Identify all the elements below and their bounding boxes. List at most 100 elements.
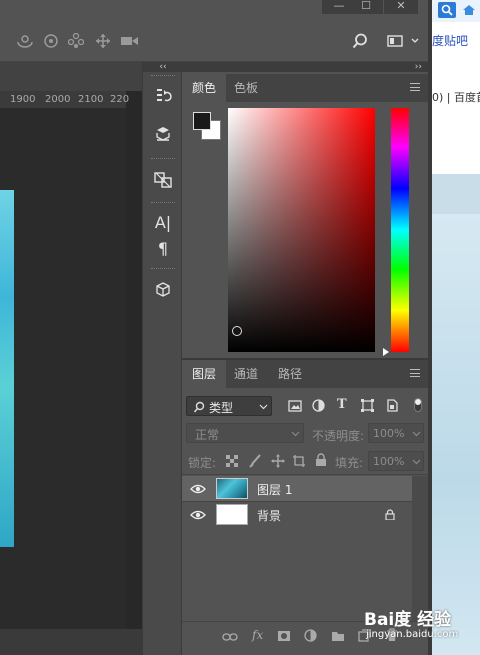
search-icon — [441, 4, 453, 16]
watermark-url: jingyan.baidu.com — [366, 629, 459, 640]
eye-icon[interactable] — [190, 510, 206, 520]
panel-icon-dock: ‹‹ A| ¶ — [142, 62, 183, 655]
new-adjustment-layer-icon[interactable] — [304, 629, 317, 642]
ruler-tick: 220 — [110, 94, 130, 105]
lock-icon — [385, 509, 395, 520]
opacity-label: 不透明度: — [312, 429, 365, 443]
blend-mode-select[interactable]: 正常 — [186, 423, 304, 443]
pan-3d-icon[interactable] — [68, 33, 84, 49]
layer-name[interactable]: 背景 — [257, 507, 281, 524]
canvas-pasteboard[interactable] — [0, 109, 126, 629]
add-mask-icon[interactable] — [277, 630, 291, 642]
filter-toggle-switch[interactable] — [414, 398, 422, 412]
ruler-tick: 1900 — [10, 94, 36, 105]
expand-arrows-icon[interactable]: ›› — [182, 62, 428, 72]
document-image[interactable] — [0, 190, 14, 547]
lock-all-icon[interactable] — [315, 453, 327, 467]
layers-panel-tabs: 图层 通道 路径 — [182, 360, 428, 388]
blend-mode-value: 正常 — [195, 428, 220, 442]
3d-cube-icon[interactable] — [143, 274, 183, 306]
layer-style-fx-icon[interactable]: fx — [252, 628, 263, 642]
color-picker-cursor[interactable] — [232, 326, 242, 336]
home-icon[interactable] — [462, 4, 476, 16]
adjustment-layer-filter-icon[interactable] — [312, 399, 325, 412]
eye-icon[interactable] — [190, 484, 206, 494]
chevron-down-icon — [412, 459, 421, 465]
tab-channels[interactable]: 通道 — [224, 360, 268, 388]
roll-3d-icon[interactable] — [43, 33, 59, 49]
pixel-layer-filter-icon[interactable] — [288, 400, 302, 412]
slide-3d-icon[interactable] — [94, 33, 112, 49]
layer-filter-label: 类型 — [209, 401, 234, 415]
search-icon[interactable] — [352, 33, 368, 49]
panel-menu-icon[interactable] — [410, 83, 420, 91]
browser-toolbar — [432, 0, 480, 22]
tab-layers[interactable]: 图层 — [182, 360, 227, 388]
layers-divider — [182, 474, 428, 475]
options-bar — [0, 18, 432, 62]
opacity-value: 100% — [373, 427, 405, 440]
window-titlebar: — ☐ ✕ — [0, 0, 432, 18]
layer-filter-select[interactable]: 类型 — [186, 396, 272, 416]
document-tab-strip — [0, 62, 142, 91]
hue-slider-handle[interactable] — [383, 348, 389, 356]
tab-paths[interactable]: 路径 — [268, 360, 312, 388]
panels-column: ›› 颜色 色板 图层 通道 路径 类型 T 正常 不透明度: 100% 锁定:… — [182, 62, 428, 655]
chevron-down-icon — [412, 431, 421, 437]
fill-value: 100% — [373, 455, 405, 468]
chevron-down-icon — [259, 404, 268, 410]
layer-thumbnail — [216, 504, 248, 525]
browser-image — [432, 214, 480, 655]
properties-icon[interactable] — [143, 164, 183, 196]
search-button[interactable] — [438, 2, 456, 18]
lock-transparent-pixels-icon[interactable] — [226, 455, 238, 467]
dock-grip[interactable] — [151, 202, 175, 204]
type-layer-filter-icon[interactable]: T — [337, 397, 347, 412]
search-icon — [193, 401, 205, 413]
color-picker-field[interactable] — [228, 108, 375, 352]
maximize-button[interactable]: ☐ — [349, 0, 383, 14]
panel-menu-icon[interactable] — [410, 369, 420, 377]
smart-object-filter-icon[interactable] — [386, 399, 398, 412]
browser-link-text[interactable]: 度贴吧 — [432, 32, 468, 49]
dock-grip[interactable] — [151, 75, 175, 77]
shape-layer-filter-icon[interactable] — [361, 399, 374, 412]
lock-artboard-icon[interactable] — [292, 454, 306, 468]
watermark-text: Bai度 经验 — [364, 610, 452, 630]
fill-label: 填充: — [335, 456, 364, 470]
layer-row[interactable]: 背景 — [182, 502, 412, 527]
video-camera-icon[interactable] — [120, 35, 140, 47]
fill-field[interactable]: 100% — [368, 451, 424, 471]
browser-title-text: 0) | 百度首 — [432, 91, 480, 104]
paragraph-icon[interactable]: ¶ — [143, 232, 183, 264]
foreground-color-swatch[interactable] — [193, 112, 211, 130]
link-layers-icon[interactable] — [222, 632, 238, 642]
orbit-3d-icon[interactable] — [16, 34, 36, 48]
layers-scrollbar[interactable] — [412, 476, 428, 621]
horizontal-ruler: 1900 2000 2100 220 — [0, 91, 130, 109]
baidu-watermark: Bai度 经验 jingyan.baidu.com — [362, 601, 480, 651]
lock-image-pixels-icon[interactable] — [248, 454, 262, 468]
collapse-arrows-icon[interactable]: ‹‹ — [143, 62, 183, 72]
new-group-folder-icon[interactable] — [331, 630, 345, 642]
dock-grip[interactable] — [151, 158, 175, 160]
layer-name[interactable]: 图层 1 — [257, 481, 292, 498]
ruler-tick: 2100 — [78, 94, 104, 105]
workspace-switcher-icon[interactable] — [387, 35, 421, 47]
color-panel-tabs: 颜色 色板 — [182, 74, 428, 102]
tab-swatches[interactable]: 色板 — [224, 74, 268, 102]
chevron-down-icon — [291, 431, 300, 437]
lock-position-icon[interactable] — [271, 454, 285, 468]
ruler-tick: 2000 — [45, 94, 71, 105]
history-icon[interactable] — [143, 80, 183, 112]
opacity-field[interactable]: 100% — [368, 423, 424, 443]
dock-grip[interactable] — [151, 268, 175, 270]
tab-color[interactable]: 颜色 — [182, 74, 227, 102]
hue-slider[interactable] — [391, 108, 409, 352]
close-button[interactable]: ✕ — [384, 0, 418, 14]
document-status-bar — [0, 629, 142, 655]
3d-layers-icon[interactable] — [143, 118, 183, 150]
layer-row[interactable]: 图层 1 — [182, 476, 412, 501]
layer-thumbnail — [216, 478, 248, 499]
browser-banner — [432, 174, 480, 214]
